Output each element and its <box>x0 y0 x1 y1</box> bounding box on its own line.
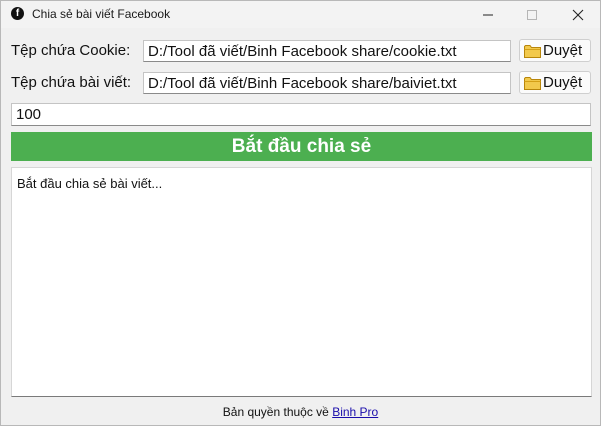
folder-icon <box>524 77 541 90</box>
folder-icon <box>524 45 541 58</box>
post-browse-button[interactable]: Duyệt <box>519 71 591 94</box>
copyright-text: Bản quyền thuộc về <box>222 405 329 419</box>
maximize-button[interactable] <box>509 1 555 28</box>
log-text: Bắt đầu chia sẻ bài viết... <box>17 176 163 191</box>
close-icon <box>572 9 584 21</box>
cookie-file-input[interactable]: D:/Tool đã viết/Binh Facebook share/cook… <box>143 40 511 62</box>
start-sharing-button[interactable]: Bắt đầu chia sẻ <box>11 132 592 161</box>
app-window: f Chia sẻ bài viết Facebook Tệp chứa Coo… <box>0 0 601 426</box>
minimize-button[interactable] <box>465 1 511 28</box>
cookie-browse-label: Duyệt <box>543 42 583 59</box>
maximize-icon <box>527 10 537 20</box>
title-bar[interactable]: f Chia sẻ bài viết Facebook <box>1 1 600 28</box>
cookie-browse-button[interactable]: Duyệt <box>519 39 591 62</box>
share-count-input[interactable]: 100 <box>11 103 591 126</box>
cookie-file-label: Tệp chứa Cookie: <box>11 42 131 59</box>
post-file-label: Tệp chứa bài viết: <box>11 74 132 91</box>
author-link[interactable]: Binh Pro <box>332 405 378 419</box>
facebook-icon: f <box>11 7 24 20</box>
post-browse-label: Duyệt <box>543 74 583 91</box>
log-textarea[interactable]: Bắt đầu chia sẻ bài viết... <box>11 167 592 397</box>
post-file-input[interactable]: D:/Tool đã viết/Binh Facebook share/baiv… <box>143 72 511 94</box>
minimize-icon <box>483 14 493 16</box>
window-title: Chia sẻ bài viết Facebook <box>32 7 171 21</box>
close-button[interactable] <box>555 1 601 28</box>
copyright-footer: Bản quyền thuộc về Binh Pro <box>1 405 600 419</box>
